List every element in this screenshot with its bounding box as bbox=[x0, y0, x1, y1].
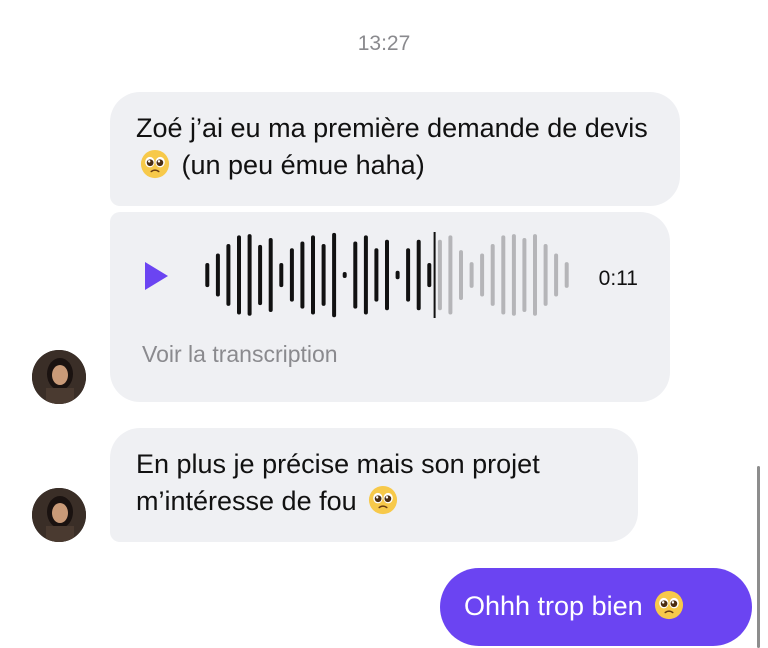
audio-player: 0:11 bbox=[142, 232, 646, 318]
audio-waveform[interactable] bbox=[202, 232, 572, 318]
waveform-bar bbox=[321, 244, 326, 306]
waveform-bar bbox=[395, 270, 400, 280]
waveform-bar bbox=[490, 244, 495, 306]
message-text: Ohhh trop bien bbox=[464, 591, 643, 621]
waveform-bar bbox=[480, 253, 485, 297]
voice-message-bubble[interactable]: 0:11 Voir la transcription bbox=[110, 212, 670, 402]
waveform-bar bbox=[564, 262, 569, 288]
message-text: En plus je précise mais son projet m’int… bbox=[136, 449, 540, 516]
waveform-bar bbox=[311, 235, 315, 315]
pleading-face-emoji bbox=[140, 149, 170, 179]
waveform-bar bbox=[406, 248, 411, 302]
message-text-continued: (un peu émue haha) bbox=[181, 150, 425, 180]
waveform-bar bbox=[501, 235, 506, 315]
message-timestamp: 13:27 bbox=[357, 32, 411, 55]
waveform-bar bbox=[332, 232, 337, 318]
avatar[interactable] bbox=[32, 488, 86, 542]
waveform-bar bbox=[363, 235, 368, 315]
waveform-bar bbox=[258, 244, 263, 306]
waveform-bar bbox=[459, 250, 463, 300]
waveform-bar bbox=[533, 234, 537, 316]
message-text: Zoé j’ai eu ma première demande de devis bbox=[136, 113, 648, 143]
waveform-bar bbox=[268, 238, 273, 312]
message-bubble-incoming[interactable]: En plus je précise mais son projet m’int… bbox=[110, 428, 638, 542]
waveform-bar bbox=[279, 263, 284, 288]
waveform-bar bbox=[247, 234, 252, 316]
playback-position-marker[interactable] bbox=[433, 232, 436, 318]
waveform-bar bbox=[385, 239, 389, 311]
pleading-face-emoji bbox=[655, 590, 684, 620]
scrollbar[interactable] bbox=[757, 466, 760, 648]
waveform-bar bbox=[205, 263, 210, 288]
waveform-bar bbox=[522, 238, 527, 312]
waveform-bar bbox=[427, 263, 432, 288]
waveform-bar bbox=[437, 239, 442, 311]
waveform-bar bbox=[300, 241, 305, 309]
waveform-bar bbox=[289, 248, 294, 302]
message-bubble-outgoing[interactable]: Ohhh trop bien bbox=[440, 568, 752, 646]
waveform-bar bbox=[353, 241, 358, 309]
avatar[interactable] bbox=[32, 350, 86, 404]
waveform-bar bbox=[469, 262, 474, 288]
waveform-bar bbox=[448, 235, 453, 315]
waveform-bar bbox=[554, 253, 559, 297]
waveform-bar bbox=[374, 248, 379, 302]
waveform-bar bbox=[543, 244, 548, 306]
message-bubble-incoming[interactable]: Zoé j’ai eu ma première demande de devis… bbox=[110, 92, 680, 206]
audio-duration: 0:11 bbox=[598, 267, 638, 290]
play-icon[interactable] bbox=[142, 260, 170, 292]
waveform-bar bbox=[237, 235, 241, 315]
waveform-bar bbox=[215, 253, 220, 297]
waveform-bar bbox=[342, 272, 347, 278]
waveform-bar bbox=[511, 234, 516, 316]
waveform-bar bbox=[226, 244, 231, 306]
pleading-face-emoji bbox=[369, 485, 398, 515]
waveform-bar bbox=[416, 239, 421, 311]
view-transcript-link[interactable]: Voir la transcription bbox=[142, 336, 338, 373]
